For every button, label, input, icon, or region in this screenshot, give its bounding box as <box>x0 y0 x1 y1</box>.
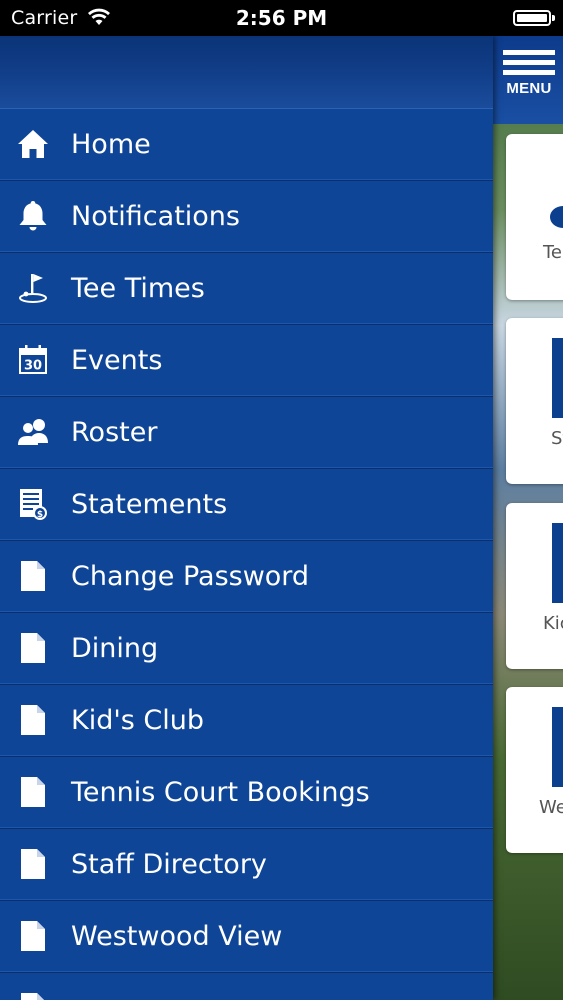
document-icon <box>17 776 49 808</box>
bell-icon <box>17 200 49 232</box>
document-icon <box>17 560 49 592</box>
nav-label: Staff Directory <box>71 849 267 880</box>
tile-card[interactable]: Kic <box>506 503 563 669</box>
hamburger-icon-bar <box>503 60 555 65</box>
svg-text:$: $ <box>37 510 43 520</box>
nav-item-tennis-court-bookings[interactable]: Tennis Court Bookings <box>0 757 493 829</box>
nav-label: Home <box>71 129 151 160</box>
nav-label: Roster <box>71 417 158 448</box>
nav-item-kids-club[interactable]: Kid's Club <box>0 685 493 757</box>
nav-item-staff-directory[interactable]: Staff Directory <box>0 829 493 901</box>
nav-item-tee-times[interactable]: Tee Times <box>0 253 493 325</box>
nav-label: Change Password <box>71 561 310 592</box>
nav-label: Events <box>71 345 163 376</box>
tile-label: We <box>539 797 563 818</box>
battery-icon <box>513 10 555 26</box>
tile-label: Kic <box>543 613 563 634</box>
nav-label: Westwood View <box>71 921 283 952</box>
app-header: MENU <box>493 36 563 124</box>
hamburger-icon-bar <box>503 70 555 75</box>
nav-item-partial[interactable] <box>0 973 493 1000</box>
tile-card[interactable]: Sta <box>506 318 563 484</box>
people-icon <box>17 416 49 448</box>
document-icon <box>17 704 49 736</box>
nav-item-dining[interactable]: Dining <box>0 613 493 685</box>
nav-item-statements[interactable]: $ Statements <box>0 469 493 541</box>
document-icon <box>17 848 49 880</box>
hamburger-icon <box>503 50 555 55</box>
menu-button[interactable]: MENU <box>503 50 555 97</box>
document-icon <box>17 920 49 952</box>
golf-flag-icon <box>17 272 49 304</box>
clock: 2:56 PM <box>235 6 328 30</box>
nav-item-roster[interactable]: Roster <box>0 397 493 469</box>
tile-icon <box>552 523 563 603</box>
statement-icon: $ <box>17 488 49 520</box>
nav-label: Notifications <box>71 201 240 232</box>
document-icon <box>17 632 49 664</box>
nav-label: Kid's Club <box>71 705 205 736</box>
nav-item-home[interactable]: Home <box>0 109 493 181</box>
tile-icon <box>552 707 563 787</box>
menu-label: MENU <box>506 80 552 97</box>
nav-item-westwood-view[interactable]: Westwood View <box>0 901 493 973</box>
nav-label: Tennis Court Bookings <box>71 777 370 808</box>
navigation-drawer: Home Notifications Tee Times 30 Events R… <box>0 36 493 1000</box>
drawer-header <box>0 36 493 109</box>
nav-item-notifications[interactable]: Notifications <box>0 181 493 253</box>
tile-label: Te <box>543 242 563 263</box>
nav-item-events[interactable]: 30 Events <box>0 325 493 397</box>
status-bar: Carrier 2:56 PM <box>0 0 563 36</box>
nav-label: Dining <box>71 633 159 664</box>
tile-label: Sta <box>551 428 563 449</box>
tile-icon <box>550 206 563 228</box>
tile-card[interactable]: Te <box>506 134 563 300</box>
calendar-icon: 30 <box>17 344 49 376</box>
home-icon <box>17 128 49 160</box>
document-icon <box>17 992 49 1000</box>
nav-label: Tee Times <box>71 273 205 304</box>
calendar-day-label: 30 <box>24 359 42 374</box>
nav-item-change-password[interactable]: Change Password <box>0 541 493 613</box>
tile-icon <box>552 338 563 418</box>
nav-label: Statements <box>71 489 228 520</box>
main-content: MENU Te Sta Kic We <box>493 36 563 1000</box>
tile-card[interactable]: We <box>506 687 563 853</box>
